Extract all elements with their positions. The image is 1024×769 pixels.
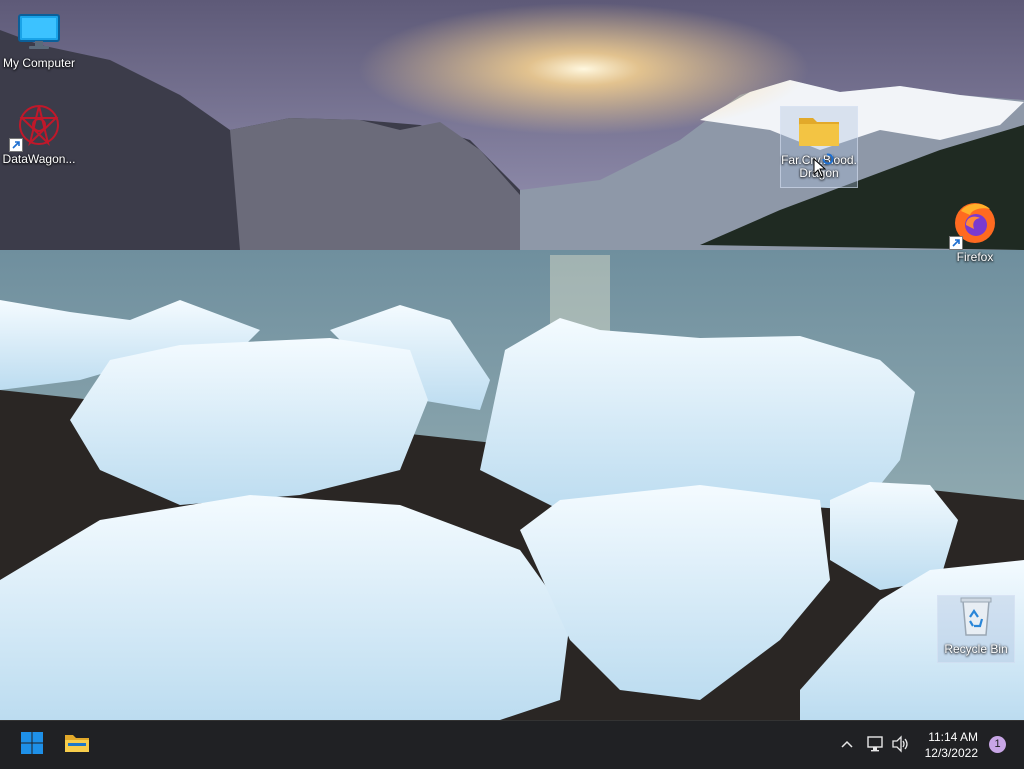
desktop-icon-recycle-bin[interactable]: Recycle Bin bbox=[937, 595, 1015, 663]
desktop-icon-firefox[interactable]: Firefox bbox=[937, 203, 1013, 264]
file-explorer-icon bbox=[64, 732, 90, 759]
desktop-icon-label: Firefox bbox=[956, 250, 994, 264]
desktop[interactable]: My Computer DataWagon... Far.Cry.Blood.D… bbox=[0, 0, 1024, 720]
network-status[interactable] bbox=[866, 735, 884, 758]
folder-icon bbox=[797, 112, 841, 151]
taskbar: 11:14 AM 12/3/2022 1 bbox=[0, 720, 1024, 769]
wallpaper bbox=[0, 0, 1024, 720]
chevron-up-icon bbox=[840, 737, 854, 754]
datawagon-icon bbox=[17, 103, 61, 150]
monitor-icon bbox=[17, 13, 61, 54]
taskbar-file-explorer-button[interactable] bbox=[58, 726, 96, 764]
windows-start-icon bbox=[20, 731, 44, 760]
desktop-icon-my-computer[interactable]: My Computer bbox=[1, 10, 77, 70]
busy-spinner-icon bbox=[822, 152, 834, 170]
network-icon bbox=[866, 736, 884, 757]
shortcut-arrow-icon bbox=[949, 236, 963, 250]
taskbar-clock[interactable]: 11:14 AM 12/3/2022 bbox=[908, 729, 978, 761]
desktop-icon-label: My Computer bbox=[2, 56, 76, 70]
desktop-icon-label: DataWagon... bbox=[2, 152, 76, 166]
notification-badge[interactable]: 1 bbox=[989, 736, 1006, 753]
show-hidden-icons-button[interactable] bbox=[840, 737, 854, 755]
desktop-icon-label: Recycle Bin bbox=[944, 642, 1008, 656]
desktop-icon-datawagon[interactable]: DataWagon... bbox=[1, 103, 77, 166]
clock-date: 12/3/2022 bbox=[924, 746, 978, 760]
shortcut-arrow-icon bbox=[9, 138, 23, 152]
start-button[interactable] bbox=[13, 726, 51, 764]
clock-time: 11:14 AM bbox=[928, 730, 978, 744]
recycle-bin-icon bbox=[958, 595, 994, 640]
